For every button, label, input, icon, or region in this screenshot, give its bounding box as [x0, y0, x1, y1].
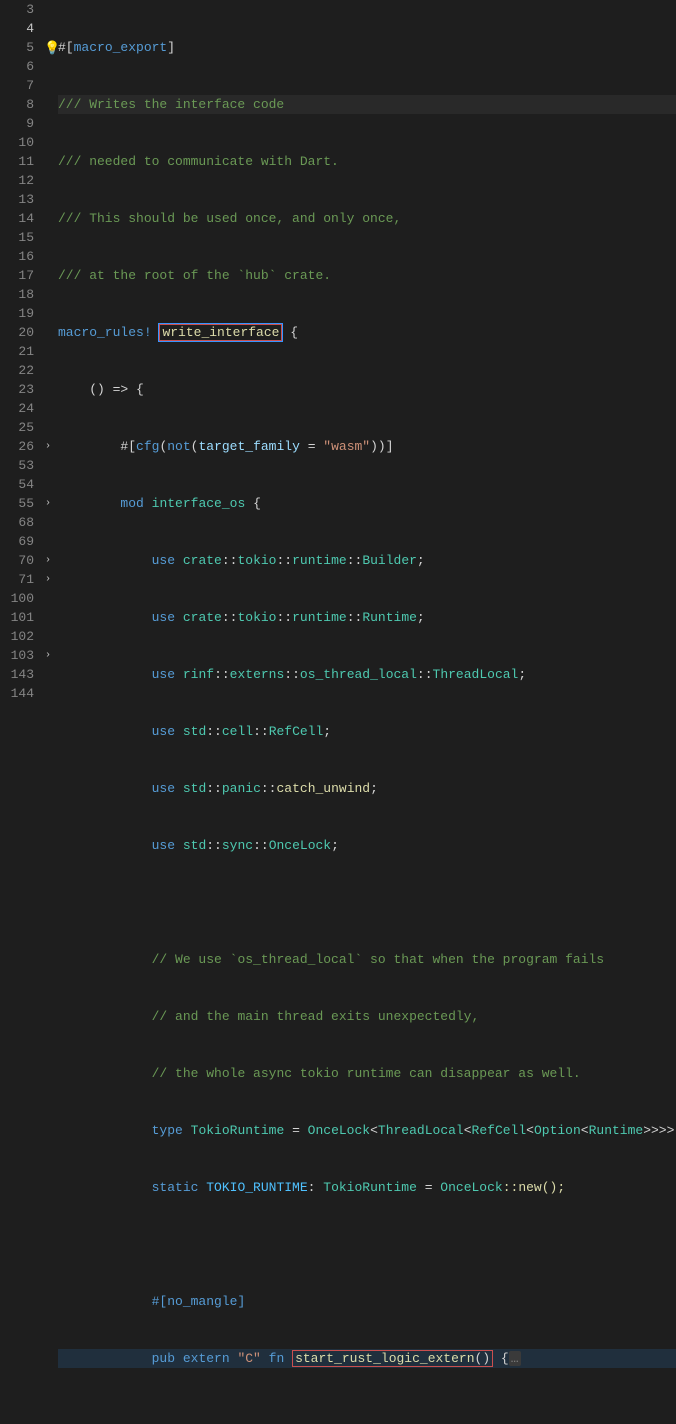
fold-collapsed-icon[interactable]: ›	[42, 437, 54, 449]
code-line[interactable]: /// This should be used once, and only o…	[58, 209, 676, 228]
line-number: 101	[0, 608, 34, 627]
fold-collapsed-icon[interactable]: ›	[42, 570, 54, 582]
code-line[interactable]: use crate::tokio::runtime::Runtime;	[58, 608, 676, 627]
fold-collapsed-icon[interactable]: ›	[42, 494, 54, 506]
fold-collapsed-icon[interactable]: ›	[42, 551, 54, 563]
code-line[interactable]: /// at the root of the `hub` crate.	[58, 266, 676, 285]
line-number: 7	[0, 76, 34, 95]
line-number: 6	[0, 57, 34, 76]
fold-column: › › › › ›	[40, 0, 58, 712]
code-line[interactable]: use std::sync::OnceLock;	[58, 836, 676, 855]
code-line[interactable]	[58, 893, 676, 912]
line-number: 14	[0, 209, 34, 228]
line-number: 144	[0, 684, 34, 703]
line-number: 13	[0, 190, 34, 209]
line-number: 4	[0, 19, 34, 38]
line-number: 26	[0, 437, 34, 456]
line-number: 5	[0, 38, 34, 57]
line-number: 3	[0, 0, 34, 19]
code-line[interactable]: 💡#[macro_export]	[58, 38, 676, 57]
line-number: 8	[0, 95, 34, 114]
line-number: 143	[0, 665, 34, 684]
code-line[interactable]: // and the main thread exits unexpectedl…	[58, 1007, 676, 1026]
line-number: 20	[0, 323, 34, 342]
line-number: 22	[0, 361, 34, 380]
line-number: 11	[0, 152, 34, 171]
line-number: 17	[0, 266, 34, 285]
line-number: 100	[0, 589, 34, 608]
code-line[interactable]: pub extern "C" fn start_rust_logic_exter…	[58, 1349, 676, 1368]
code-line[interactable]	[58, 1235, 676, 1254]
line-number: 25	[0, 418, 34, 437]
code-line[interactable]: macro_rules! write_interface {	[58, 323, 676, 342]
code-line[interactable]: use std::panic::catch_unwind;	[58, 779, 676, 798]
macro-name: write_interface	[159, 324, 282, 341]
line-number: 24	[0, 399, 34, 418]
line-number: 55	[0, 494, 34, 513]
code-line[interactable]: use rinf::externs::os_thread_local::Thre…	[58, 665, 676, 684]
code-line[interactable]: static TOKIO_RUNTIME: TokioRuntime = Onc…	[58, 1178, 676, 1197]
code-line[interactable]: // the whole async tokio runtime can dis…	[58, 1064, 676, 1083]
code-line[interactable]: mod interface_os {	[58, 494, 676, 513]
line-number: 103	[0, 646, 34, 665]
code-line[interactable]: () => {	[58, 380, 676, 399]
code-line[interactable]: type TokioRuntime = OnceLock<ThreadLocal…	[58, 1121, 676, 1140]
line-number: 16	[0, 247, 34, 266]
line-number: 54	[0, 475, 34, 494]
code-line[interactable]: #[cfg(not(target_family = "wasm"))]	[58, 437, 676, 456]
line-number-gutter: 3 4 5 6 7 8 9 10 11 12 13 14 15 16 17 18…	[0, 0, 40, 712]
line-number: 19	[0, 304, 34, 323]
code-line[interactable]: /// needed to communicate with Dart.	[58, 152, 676, 171]
line-number: 102	[0, 627, 34, 646]
line-number: 23	[0, 380, 34, 399]
code-editor[interactable]: 3 4 5 6 7 8 9 10 11 12 13 14 15 16 17 18…	[0, 0, 676, 712]
line-number: 70	[0, 551, 34, 570]
line-number: 71	[0, 570, 34, 589]
line-number: 21	[0, 342, 34, 361]
lightbulb-icon[interactable]: 💡	[44, 39, 58, 53]
line-number: 9	[0, 114, 34, 133]
fold-ellipsis-icon[interactable]: …	[509, 1351, 521, 1366]
code-line[interactable]: use std::cell::RefCell;	[58, 722, 676, 741]
line-number: 15	[0, 228, 34, 247]
line-number: 18	[0, 285, 34, 304]
line-number: 10	[0, 133, 34, 152]
line-number: 69	[0, 532, 34, 551]
line-number: 53	[0, 456, 34, 475]
code-line[interactable]: // We use `os_thread_local` so that when…	[58, 950, 676, 969]
fn-name: start_rust_logic_extern	[295, 1351, 474, 1366]
line-number: 12	[0, 171, 34, 190]
code-line[interactable]	[58, 1406, 676, 1424]
code-area[interactable]: 💡#[macro_export] /// Writes the interfac…	[58, 0, 676, 712]
line-number: 68	[0, 513, 34, 532]
code-line[interactable]: use crate::tokio::runtime::Builder;	[58, 551, 676, 570]
fold-collapsed-icon[interactable]: ›	[42, 646, 54, 658]
code-line[interactable]: #[no_mangle]	[58, 1292, 676, 1311]
code-line[interactable]: /// Writes the interface code	[58, 95, 676, 114]
